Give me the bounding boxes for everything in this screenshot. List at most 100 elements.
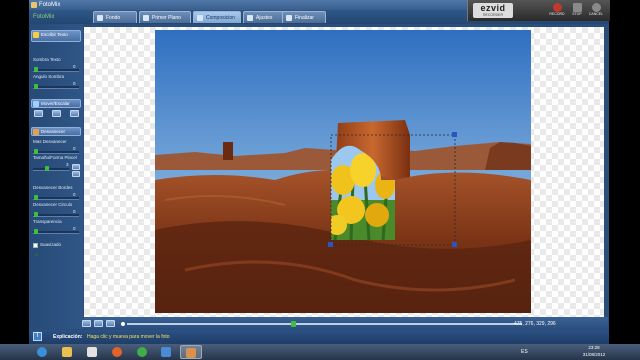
slider-sombra-texto[interactable]	[33, 67, 79, 72]
fade-label: Desvanecer	[41, 129, 66, 134]
tab-primer-plano[interactable]: Primer Plano	[139, 11, 191, 23]
status-label: Explicación:	[53, 334, 83, 340]
tab-primer-plano-label: Primer Plano	[152, 15, 181, 21]
slider-knob[interactable]	[34, 195, 38, 200]
firefox-icon	[112, 347, 122, 357]
move-scale-button[interactable]: Mover/Escalar	[31, 99, 81, 108]
slider-mas-desvanecer[interactable]	[33, 149, 79, 154]
tab-fondo-label: Fondo	[106, 15, 121, 21]
slider-knob[interactable]	[34, 229, 38, 234]
stop-button[interactable]: STOP	[568, 2, 586, 19]
actual-size-button[interactable]	[94, 320, 103, 327]
slider-knob[interactable]	[34, 149, 38, 154]
tab-ajustes-icon	[247, 15, 253, 21]
app-window: FotoMix FotoMix Fondo Primer Plano Compo…	[29, 0, 609, 344]
taskbar-fotomix[interactable]	[180, 345, 202, 359]
desert-background-image	[155, 30, 531, 313]
label-transparencia: Transparencia	[33, 219, 62, 224]
taskbar-chrome[interactable]	[134, 345, 150, 359]
vlc-like-icon	[161, 347, 171, 357]
zoom-slider-knob[interactable]	[290, 321, 296, 327]
brush-square-button[interactable]	[72, 171, 80, 177]
tab-composicion-icon	[197, 15, 203, 21]
smooth-checkbox[interactable]	[33, 243, 39, 257]
ezvid-logo-text: ezvid	[480, 3, 506, 13]
slider-transparencia[interactable]	[33, 229, 79, 234]
smooth-label: Suavizado	[40, 242, 62, 247]
tab-fondo[interactable]: Fondo	[93, 11, 137, 23]
tab-finalizar-icon	[286, 15, 292, 21]
cancel-button[interactable]: CANCEL	[587, 2, 605, 19]
cancel-label: CANCEL	[588, 12, 604, 16]
tab-finalizar[interactable]: Finalizar	[282, 11, 326, 23]
help-icon: T	[33, 332, 42, 341]
app-icon	[31, 2, 37, 8]
label-desvanecer-bordes: Desvanecer Bordes	[33, 185, 73, 190]
move-scale-label: Mover/Escalar	[41, 101, 70, 106]
composite-photo[interactable]	[155, 30, 531, 313]
flip-vertical-button[interactable]	[52, 110, 61, 117]
text-icon	[33, 32, 39, 38]
label-mas-desvanecer: Mas Desvanecer	[33, 139, 67, 144]
language-indicator[interactable]: ES	[521, 344, 528, 360]
zoom-min-icon	[121, 322, 125, 326]
zoom-slider[interactable]	[127, 321, 522, 327]
slider-knob[interactable]	[45, 166, 49, 171]
start-button[interactable]	[34, 345, 50, 359]
clock-time: 23:28	[588, 345, 600, 350]
coordinates-readout: 475, 276, 329, 296	[514, 321, 556, 327]
tab-fondo-icon	[97, 15, 103, 21]
tab-ajustes-label: Ajustes	[256, 15, 273, 21]
label-angulo-sombra: Angulo Sombra	[33, 74, 65, 79]
slider-knob[interactable]	[34, 84, 38, 89]
ezvid-logo: ezvid RECORDER	[473, 3, 513, 18]
move-icon	[33, 101, 39, 107]
tab-ajustes[interactable]: Ajustes	[243, 11, 287, 23]
record-icon	[552, 3, 562, 12]
rotate-button[interactable]	[70, 110, 79, 117]
brand-label: FotoMix	[33, 14, 55, 20]
write-text-button[interactable]: Escribir Texto	[31, 30, 81, 42]
slider-angulo-sombra[interactable]	[33, 84, 79, 89]
taskbar-explorer[interactable]	[59, 345, 75, 359]
tab-composicion[interactable]: Composicion	[193, 11, 241, 23]
brush-round-button[interactable]	[72, 164, 80, 170]
media-player-icon	[87, 347, 97, 357]
stop-icon	[572, 3, 582, 12]
cancel-icon	[591, 3, 601, 12]
status-message: Haga clic y mueva para mover la foto	[87, 334, 170, 340]
brush-icon	[33, 129, 39, 135]
slider-knob[interactable]	[34, 212, 38, 217]
slider-knob[interactable]	[34, 67, 38, 72]
tools-panel: Escribir Texto Sombra Texto 0 Angulo Som…	[29, 24, 83, 329]
ezvid-recorder: ezvid RECORDER RECORD STOP CANCEL	[467, 0, 610, 21]
slider-desvanecer-circulo[interactable]	[33, 212, 79, 217]
canvas-area[interactable]	[84, 27, 604, 317]
window-title: FotoMix	[39, 2, 61, 8]
tab-primer-plano-icon	[143, 15, 149, 21]
chrome-icon	[137, 347, 147, 357]
ezvid-logo-sub: RECORDER	[482, 13, 504, 17]
slider-tamano-pincel[interactable]	[33, 166, 69, 171]
flip-horizontal-button[interactable]	[34, 110, 43, 117]
zoom-button[interactable]	[106, 320, 115, 327]
slider-desvanecer-bordes[interactable]	[33, 195, 79, 200]
label-desvanecer-circulo: Desvanecer Circulo	[33, 202, 73, 207]
explorer-icon	[62, 347, 72, 357]
label-sombra-texto: Sombra Texto	[33, 57, 61, 62]
stop-label: STOP	[572, 12, 582, 16]
clock-date: 31/08/2012	[582, 352, 606, 357]
taskbar-app[interactable]	[158, 345, 174, 359]
label-tamano-pincel: Tamaño/Forma Pincel	[33, 155, 77, 160]
tab-composicion-label: Composicion	[206, 15, 235, 21]
start-orb-icon	[37, 347, 47, 357]
taskbar-media-player[interactable]	[84, 345, 100, 359]
fade-button[interactable]: Desvanecer	[31, 127, 81, 136]
write-text-label: Escribir Texto	[41, 32, 68, 37]
record-label: RECORD	[549, 12, 565, 16]
record-button[interactable]: RECORD	[548, 2, 566, 19]
fit-button[interactable]	[82, 320, 91, 327]
fotomix-icon	[186, 348, 196, 358]
system-clock[interactable]: 23:28 31/08/2012	[574, 344, 614, 358]
taskbar-firefox[interactable]	[109, 345, 125, 359]
